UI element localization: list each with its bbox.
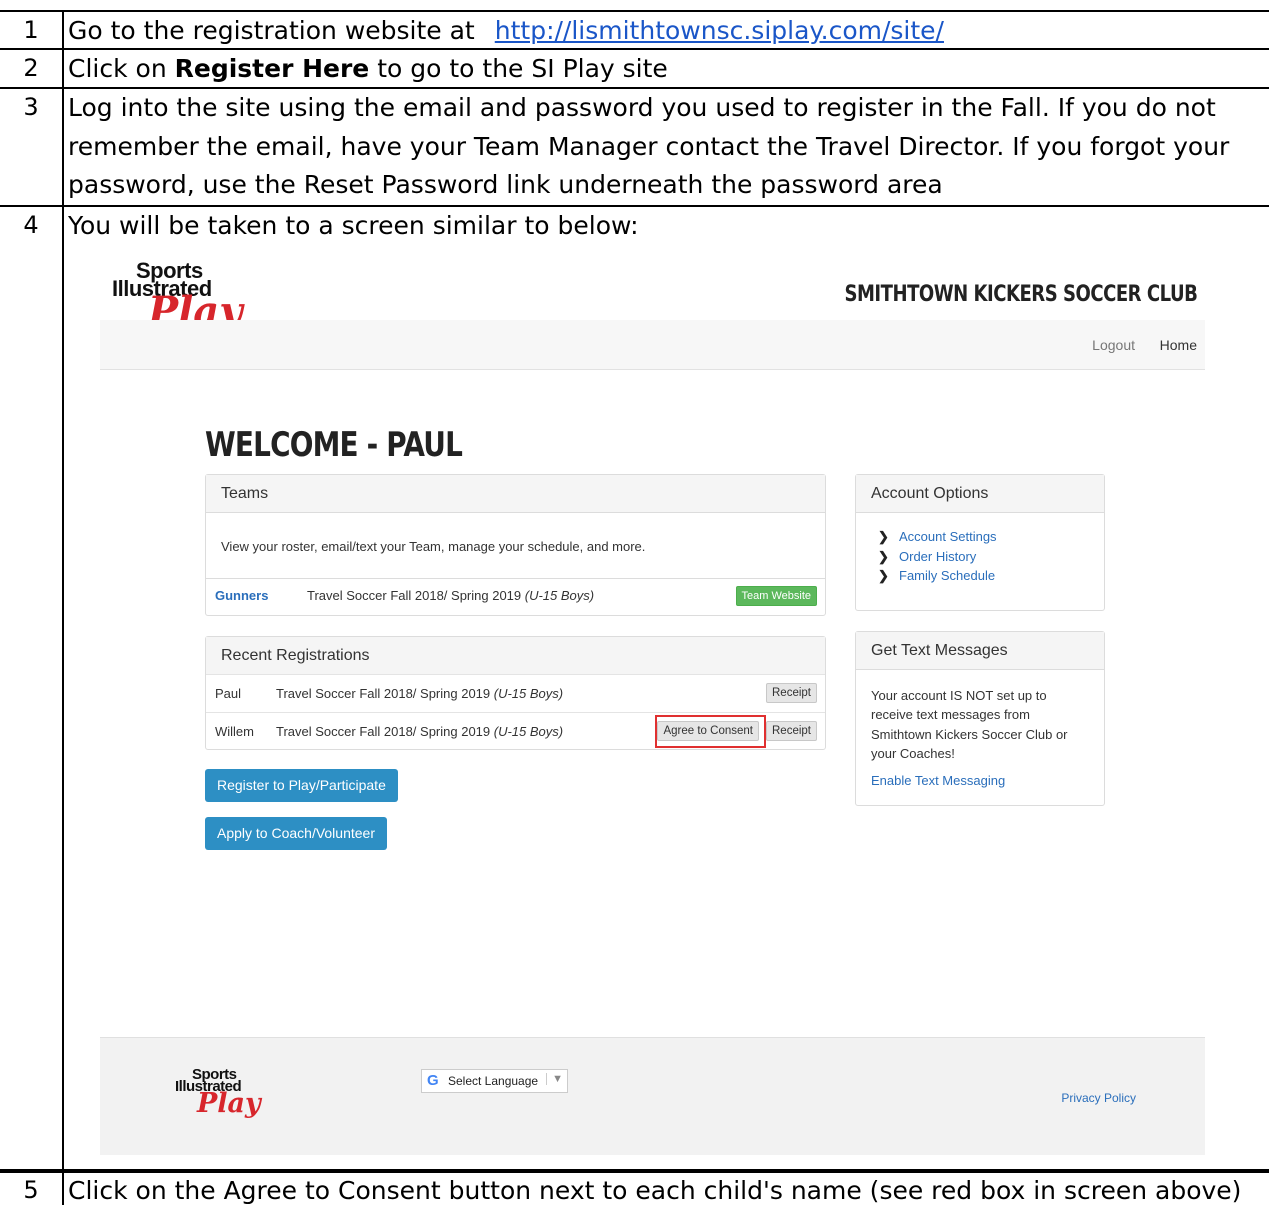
privacy-policy-link[interactable]: Privacy Policy bbox=[1061, 1091, 1136, 1105]
receipt-button[interactable]: Receipt bbox=[766, 721, 817, 741]
text-messages-panel: Get Text Messages Your account IS NOT se… bbox=[855, 631, 1105, 806]
si-play-logo: Sports Illustrated Play bbox=[112, 258, 243, 336]
step-text: You will be taken to a screen similar to… bbox=[68, 211, 639, 240]
order-history-link[interactable]: ❯ Order History bbox=[878, 549, 997, 569]
team-program: Travel Soccer Fall 2018/ Spring 2019 (U-… bbox=[307, 588, 595, 603]
player-name: Paul bbox=[215, 686, 242, 701]
panel-title: Get Text Messages bbox=[856, 632, 1104, 670]
logout-link[interactable]: Logout bbox=[1092, 337, 1135, 353]
step-number: 1 bbox=[0, 12, 64, 48]
team-website-button[interactable]: Team Website bbox=[735, 586, 817, 606]
footer: Sports Illustrated Play G Select Languag… bbox=[100, 1037, 1205, 1155]
family-schedule-link[interactable]: ❯ Family Schedule bbox=[878, 568, 997, 588]
registration-link[interactable]: http://lismithtownsc.siplay.com/site/ bbox=[495, 16, 944, 45]
panel-title: Teams bbox=[206, 475, 825, 513]
registration-program: Travel Soccer Fall 2018/ Spring 2019 (U-… bbox=[276, 724, 564, 739]
step-number: 4 bbox=[0, 207, 64, 1171]
account-settings-link[interactable]: ❯ Account Settings bbox=[878, 529, 997, 549]
chevron-right-icon: ❯ bbox=[878, 568, 889, 583]
teams-description: View your roster, email/text your Team, … bbox=[221, 539, 646, 554]
player-name: Willem bbox=[215, 724, 254, 739]
step-text: Log into the site using the email and pa… bbox=[68, 93, 1230, 199]
welcome-heading: WELCOME - PAUL bbox=[205, 425, 463, 465]
enable-text-messaging-link[interactable]: Enable Text Messaging bbox=[871, 773, 1005, 788]
text-messages-status: Your account IS NOT set up to receive te… bbox=[871, 688, 1068, 761]
chevron-right-icon: ❯ bbox=[878, 548, 889, 564]
step-text: Go to the registration website at http://… bbox=[68, 16, 944, 45]
top-nav: Logout Home bbox=[100, 320, 1205, 370]
step-text: Click on the Agree to Consent button nex… bbox=[68, 1176, 1242, 1205]
chevron-right-icon: ❯ bbox=[878, 529, 889, 544]
registration-program: Travel Soccer Fall 2018/ Spring 2019 (U-… bbox=[276, 686, 564, 701]
panel-title: Recent Registrations bbox=[206, 637, 825, 675]
register-here-emphasis: Register Here bbox=[174, 54, 370, 83]
home-link[interactable]: Home bbox=[1160, 337, 1197, 353]
apply-to-coach-button[interactable]: Apply to Coach/Volunteer bbox=[205, 817, 387, 850]
team-name-link[interactable]: Gunners bbox=[215, 588, 268, 603]
step-number: 3 bbox=[0, 89, 64, 205]
step-row-3: 3 Log into the site using the email and … bbox=[0, 87, 1269, 205]
red-highlight-box bbox=[655, 715, 766, 748]
club-title: SMITHTOWN KICKERS SOCCER CLUB bbox=[844, 282, 1197, 307]
google-icon: G bbox=[427, 1072, 439, 1089]
step-row-1: 1 Go to the registration website at http:… bbox=[0, 10, 1269, 48]
dropdown-arrow-icon: ▼ bbox=[546, 1073, 563, 1085]
receipt-button[interactable]: Receipt bbox=[766, 683, 817, 703]
registration-row: Paul Travel Soccer Fall 2018/ Spring 201… bbox=[206, 674, 825, 712]
step-row-2: 2 Click on Register Here to go to the SI… bbox=[0, 48, 1269, 87]
step-number: 5 bbox=[0, 1173, 64, 1205]
account-options-panel: Account Options ❯ Account Settings ❯ Order… bbox=[855, 474, 1105, 611]
select-language-dropdown[interactable]: G Select Language ▼ bbox=[421, 1069, 568, 1093]
recent-registrations-panel: Recent Registrations Paul Travel Soccer … bbox=[205, 636, 826, 750]
register-to-play-button[interactable]: Register to Play/Participate bbox=[205, 769, 398, 802]
si-play-footer-logo: Sports Illustrated Play bbox=[175, 1066, 261, 1119]
account-options-list: ❯ Account Settings ❯ Order History ❯ Family… bbox=[878, 529, 997, 588]
step-row-5: 5 Click on the Agree to Consent button n… bbox=[0, 1171, 1269, 1205]
registration-row: Willem Travel Soccer Fall 2018/ Spring 2… bbox=[206, 712, 825, 750]
panel-title: Account Options bbox=[856, 475, 1104, 513]
teams-panel: Teams View your roster, email/text your … bbox=[205, 474, 826, 616]
siplay-screenshot: Sports Illustrated Play Logout Home SMIT… bbox=[100, 250, 1205, 1155]
step-number: 2 bbox=[0, 50, 64, 87]
divider bbox=[206, 578, 825, 579]
step-text: Click on Register Here to go to the SI P… bbox=[68, 54, 668, 83]
